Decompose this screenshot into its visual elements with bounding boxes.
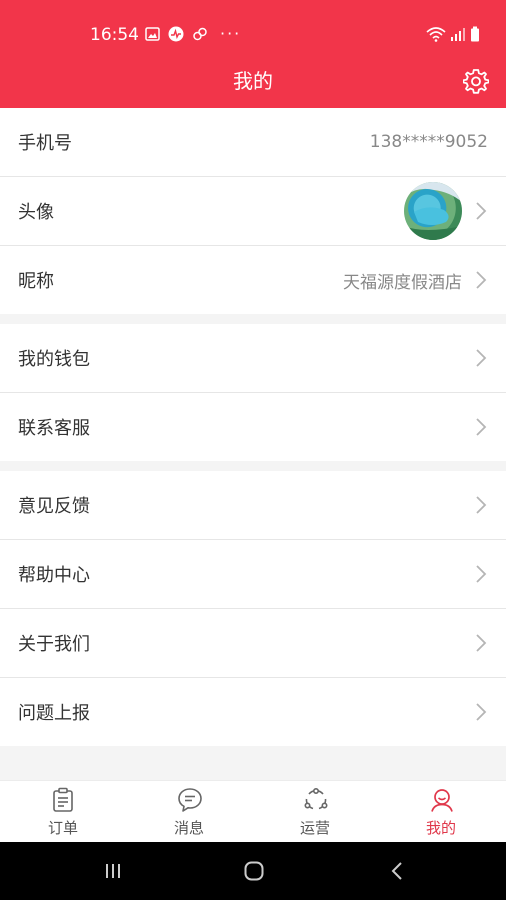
home-icon[interactable] (242, 859, 266, 883)
nickname-label: 昵称 (18, 271, 54, 292)
status-notification-icons (144, 26, 208, 42)
chevron-right-icon (476, 634, 487, 652)
menu-item-customer-service[interactable]: 联系客服 (0, 393, 506, 461)
battery-icon (470, 26, 480, 46)
signal-icon (450, 26, 466, 46)
phone-row: 手机号 138*****9052 (0, 108, 506, 176)
tab-orders[interactable]: 订单 (0, 781, 126, 843)
phone-value: 138*****9052 (369, 132, 488, 152)
status-time: 16:54 (90, 25, 139, 45)
chevron-right-icon (476, 565, 487, 583)
chat-bubble-icon (178, 788, 202, 812)
menu-item-label: 意见反馈 (18, 496, 90, 517)
menu-item-label: 帮助中心 (18, 565, 90, 586)
avatar-label: 头像 (18, 202, 54, 223)
nickname-value: 天福源度假酒店 (343, 272, 462, 293)
menu-item-about-us[interactable]: 关于我们 (0, 609, 506, 677)
tab-operations[interactable]: 运营 (252, 781, 378, 843)
chevron-right-icon (476, 496, 487, 514)
user-icon (431, 789, 453, 812)
menu-item-help-center[interactable]: 帮助中心 (0, 540, 506, 608)
menu-item-feedback[interactable]: 意见反馈 (0, 471, 506, 539)
status-bar: 16:54 ··· (0, 22, 506, 48)
app-header: 16:54 ··· 我的 (0, 0, 506, 108)
menu-item-label: 问题上报 (18, 703, 90, 724)
wifi-icon (426, 26, 446, 46)
health-app-icon (168, 26, 184, 42)
tab-label: 运营 (299, 819, 330, 837)
system-nav-bar (0, 842, 506, 900)
phone-label: 手机号 (18, 133, 72, 154)
chevron-right-icon (476, 703, 487, 721)
chevron-right-icon (476, 349, 487, 367)
cycle-icon (304, 787, 328, 810)
nickname-row[interactable]: 昵称 天福源度假酒店 (0, 246, 506, 314)
menu-item-report-issue[interactable]: 问题上报 (0, 678, 506, 746)
status-system-icons (426, 26, 480, 46)
chevron-right-icon (476, 418, 487, 436)
tab-label: 我的 (425, 819, 456, 837)
menu-item-label: 我的钱包 (18, 349, 90, 370)
avatar-row[interactable]: 头像 (0, 177, 506, 245)
tab-label: 订单 (47, 819, 78, 837)
menu-item-wallet[interactable]: 我的钱包 (0, 324, 506, 392)
menu-item-label: 联系客服 (18, 418, 90, 439)
chevron-right-icon (476, 271, 487, 289)
link-icon (192, 26, 208, 42)
bottom-tab-bar: 订单 消息 运营 我的 (0, 780, 506, 842)
page-title: 我的 (233, 69, 273, 93)
avatar (404, 182, 462, 240)
tab-me[interactable]: 我的 (378, 781, 504, 843)
recent-apps-icon[interactable] (101, 859, 125, 883)
back-icon[interactable] (386, 859, 410, 883)
clipboard-icon (53, 787, 73, 812)
tab-label: 消息 (173, 819, 204, 837)
gallery-icon (144, 26, 160, 42)
status-overflow-dots: ··· (220, 24, 242, 43)
tab-messages[interactable]: 消息 (126, 781, 252, 843)
menu-item-label: 关于我们 (18, 634, 90, 655)
gear-icon[interactable] (462, 68, 490, 94)
chevron-right-icon (476, 202, 487, 220)
